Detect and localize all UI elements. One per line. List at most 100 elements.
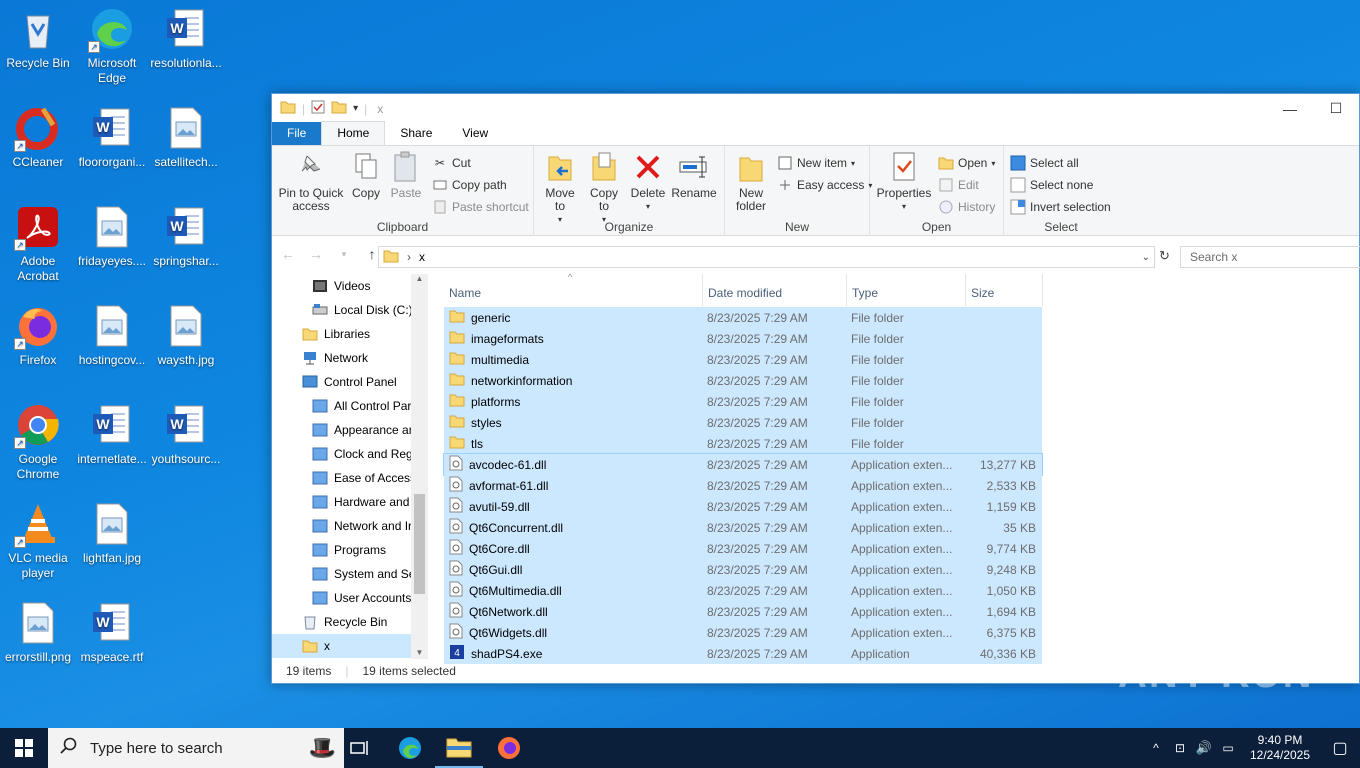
nav-item[interactable]: User Accounts <box>272 586 428 610</box>
desktop-icon[interactable]: ↗ Firefox <box>0 302 76 368</box>
copy-path-button[interactable]: Copy path <box>432 174 529 196</box>
copy-to-button[interactable]: Copy to ▾ <box>584 150 624 226</box>
paste-button[interactable]: Paste <box>388 150 424 218</box>
table-row[interactable]: Qt6Multimedia.dll 8/23/2025 7:29 AM Applic… <box>444 580 1042 601</box>
easy-access-button[interactable]: Easy access ▾ <box>777 174 872 196</box>
nav-item[interactable]: Clock and Regi <box>272 442 428 466</box>
table-row[interactable]: tls 8/23/2025 7:29 AM File folder <box>444 433 1042 454</box>
desktop-icon[interactable]: ↗ Microsoft Edge <box>74 5 150 86</box>
breadcrumb-current[interactable]: x <box>419 250 425 264</box>
desktop-icon[interactable]: fridayeyes.... <box>74 203 150 269</box>
nav-item[interactable]: Libraries <box>272 322 428 346</box>
history-button[interactable]: History <box>938 196 995 218</box>
volume-icon[interactable]: 🔊 <box>1192 740 1216 756</box>
column-header-size[interactable]: Size <box>966 274 1043 306</box>
table-row[interactable]: Qt6Gui.dll 8/23/2025 7:29 AM Application e… <box>444 559 1042 580</box>
notifications-icon[interactable]: ▢ <box>1320 738 1360 758</box>
open-button[interactable]: Open ▾ <box>938 152 995 174</box>
table-row[interactable]: avformat-61.dll 8/23/2025 7:29 AM Applicat… <box>444 475 1042 496</box>
maximize-button[interactable]: ☐ <box>1313 94 1359 123</box>
nav-item[interactable]: Local Disk (C:) <box>272 298 428 322</box>
network-icon[interactable]: ▭ <box>1216 741 1240 755</box>
delete-button[interactable]: Delete ▾ <box>628 150 668 226</box>
search-input[interactable]: Search x <box>1180 246 1360 268</box>
copy-button[interactable]: Copy <box>348 150 384 218</box>
desktop-icon[interactable]: Wmspeace.rtf <box>74 599 150 665</box>
nav-item[interactable]: Network and Ir <box>272 514 428 538</box>
desktop-icon[interactable]: ↗ Adobe Acrobat <box>0 203 76 284</box>
forward-arrow-icon[interactable]: → <box>306 246 326 262</box>
taskbar-search-box[interactable]: Type here to search 🎩 <box>48 728 344 768</box>
desktop-icon[interactable]: Wspringshar... <box>148 203 224 269</box>
tab-file[interactable]: File <box>272 122 322 145</box>
show-hidden-icons-chevron-icon[interactable]: ^ <box>1144 741 1168 755</box>
nav-item[interactable]: Hardware and <box>272 490 428 514</box>
nav-item[interactable]: Videos <box>272 274 428 298</box>
column-header-type[interactable]: Type <box>847 274 966 306</box>
table-row[interactable]: imageformats 8/23/2025 7:29 AM File folder <box>444 328 1042 349</box>
table-row[interactable]: generic 8/23/2025 7:29 AM File folder <box>444 307 1042 328</box>
desktop-icon[interactable]: errorstill.png <box>0 599 76 665</box>
paste-shortcut-button[interactable]: Paste shortcut <box>432 196 529 218</box>
desktop-icon[interactable]: Wyouthsourc... <box>148 401 224 467</box>
meet-now-icon[interactable]: ⊡ <box>1168 741 1192 755</box>
desktop-icon[interactable]: Wresolutionla... <box>148 5 224 71</box>
cut-button[interactable]: ✂ Cut <box>432 152 529 174</box>
table-row[interactable]: Qt6Core.dll 8/23/2025 7:29 AM Application … <box>444 538 1042 559</box>
table-row[interactable]: networkinformation 8/23/2025 7:29 AM File … <box>444 370 1042 391</box>
nav-item[interactable]: All Control Par <box>272 394 428 418</box>
nav-item[interactable]: x <box>272 634 428 658</box>
desktop-icon[interactable]: Wfloororgani... <box>74 104 150 170</box>
tab-home[interactable]: Home <box>321 121 386 145</box>
nav-item[interactable]: Appearance an <box>272 418 428 442</box>
properties-button[interactable]: Properties ▾ <box>876 150 932 218</box>
table-row[interactable]: avutil-59.dll 8/23/2025 7:29 AM Applicatio… <box>444 496 1042 517</box>
table-row[interactable]: Qt6Concurrent.dll 8/23/2025 7:29 AM Applic… <box>444 517 1042 538</box>
table-row[interactable]: Qt6Network.dll 8/23/2025 7:29 AM Applicati… <box>444 601 1042 622</box>
properties-quick-icon[interactable] <box>311 100 325 117</box>
back-arrow-icon[interactable]: ← <box>278 246 298 262</box>
tab-view[interactable]: View <box>447 122 503 145</box>
new-folder-quick-icon[interactable] <box>331 100 347 117</box>
nav-item[interactable]: Ease of Access <box>272 466 428 490</box>
desktop-icon[interactable]: ↗ Google Chrome <box>0 401 76 482</box>
column-header-name[interactable]: Name <box>444 274 703 306</box>
nav-item[interactable]: Network <box>272 346 428 370</box>
taskbar-explorer-button[interactable] <box>435 728 483 768</box>
new-folder-button[interactable]: New folder <box>731 150 771 213</box>
desktop-icon[interactable]: ↗ VLC media player <box>0 500 76 581</box>
table-row[interactable]: avcodec-61.dll 8/23/2025 7:29 AM Applicati… <box>443 453 1043 476</box>
desktop-icon[interactable]: hostingcov... <box>74 302 150 368</box>
refresh-icon[interactable]: ↻ <box>1159 248 1170 264</box>
edit-button[interactable]: Edit <box>938 174 995 196</box>
tab-share[interactable]: Share <box>385 122 447 145</box>
recent-locations-chevron-icon[interactable]: ▾ <box>334 249 354 260</box>
rename-button[interactable]: Rename <box>671 150 717 226</box>
scrollbar-thumb[interactable] <box>414 494 425 594</box>
desktop-icon[interactable]: Winternetlate... <box>74 401 150 467</box>
table-row[interactable]: multimedia 8/23/2025 7:29 AM File folder <box>444 349 1042 370</box>
invert-selection-button[interactable]: Invert selection <box>1010 196 1114 218</box>
customize-quick-access-icon[interactable]: ▾ <box>353 103 358 114</box>
desktop-icon[interactable]: Recycle Bin <box>0 5 76 71</box>
address-dropdown-chevron-icon[interactable]: ⌄ <box>1142 252 1150 263</box>
breadcrumb-separator-icon[interactable]: › <box>407 250 411 264</box>
nav-item[interactable]: Recycle Bin <box>272 610 428 634</box>
nav-item[interactable]: System and Se <box>272 562 428 586</box>
navigation-pane-scrollbar[interactable]: ▲ ▼ <box>411 274 428 659</box>
desktop-icon[interactable]: ↗ CCleaner <box>0 104 76 170</box>
table-row[interactable]: styles 8/23/2025 7:29 AM File folder <box>444 412 1042 433</box>
start-button[interactable] <box>0 728 48 768</box>
move-to-button[interactable]: Move to ▾ <box>540 150 580 226</box>
scroll-up-arrow-icon[interactable]: ▲ <box>411 274 428 283</box>
pin-quick-access-button[interactable]: Pin to Quick access <box>278 150 344 218</box>
clock[interactable]: 9:40 PM 12/24/2025 <box>1240 733 1320 763</box>
nav-item[interactable]: Control Panel <box>272 370 428 394</box>
taskbar-edge-button[interactable] <box>386 728 434 768</box>
minimize-button[interactable]: — <box>1267 94 1313 123</box>
column-header-date[interactable]: Date modified <box>703 274 847 306</box>
table-row[interactable]: platforms 8/23/2025 7:29 AM File folder <box>444 391 1042 412</box>
table-row[interactable]: Qt6Widgets.dll 8/23/2025 7:29 AM Applicati… <box>444 622 1042 643</box>
select-none-button[interactable]: Select none <box>1010 174 1114 196</box>
desktop-icon[interactable]: waysth.jpg <box>148 302 224 368</box>
